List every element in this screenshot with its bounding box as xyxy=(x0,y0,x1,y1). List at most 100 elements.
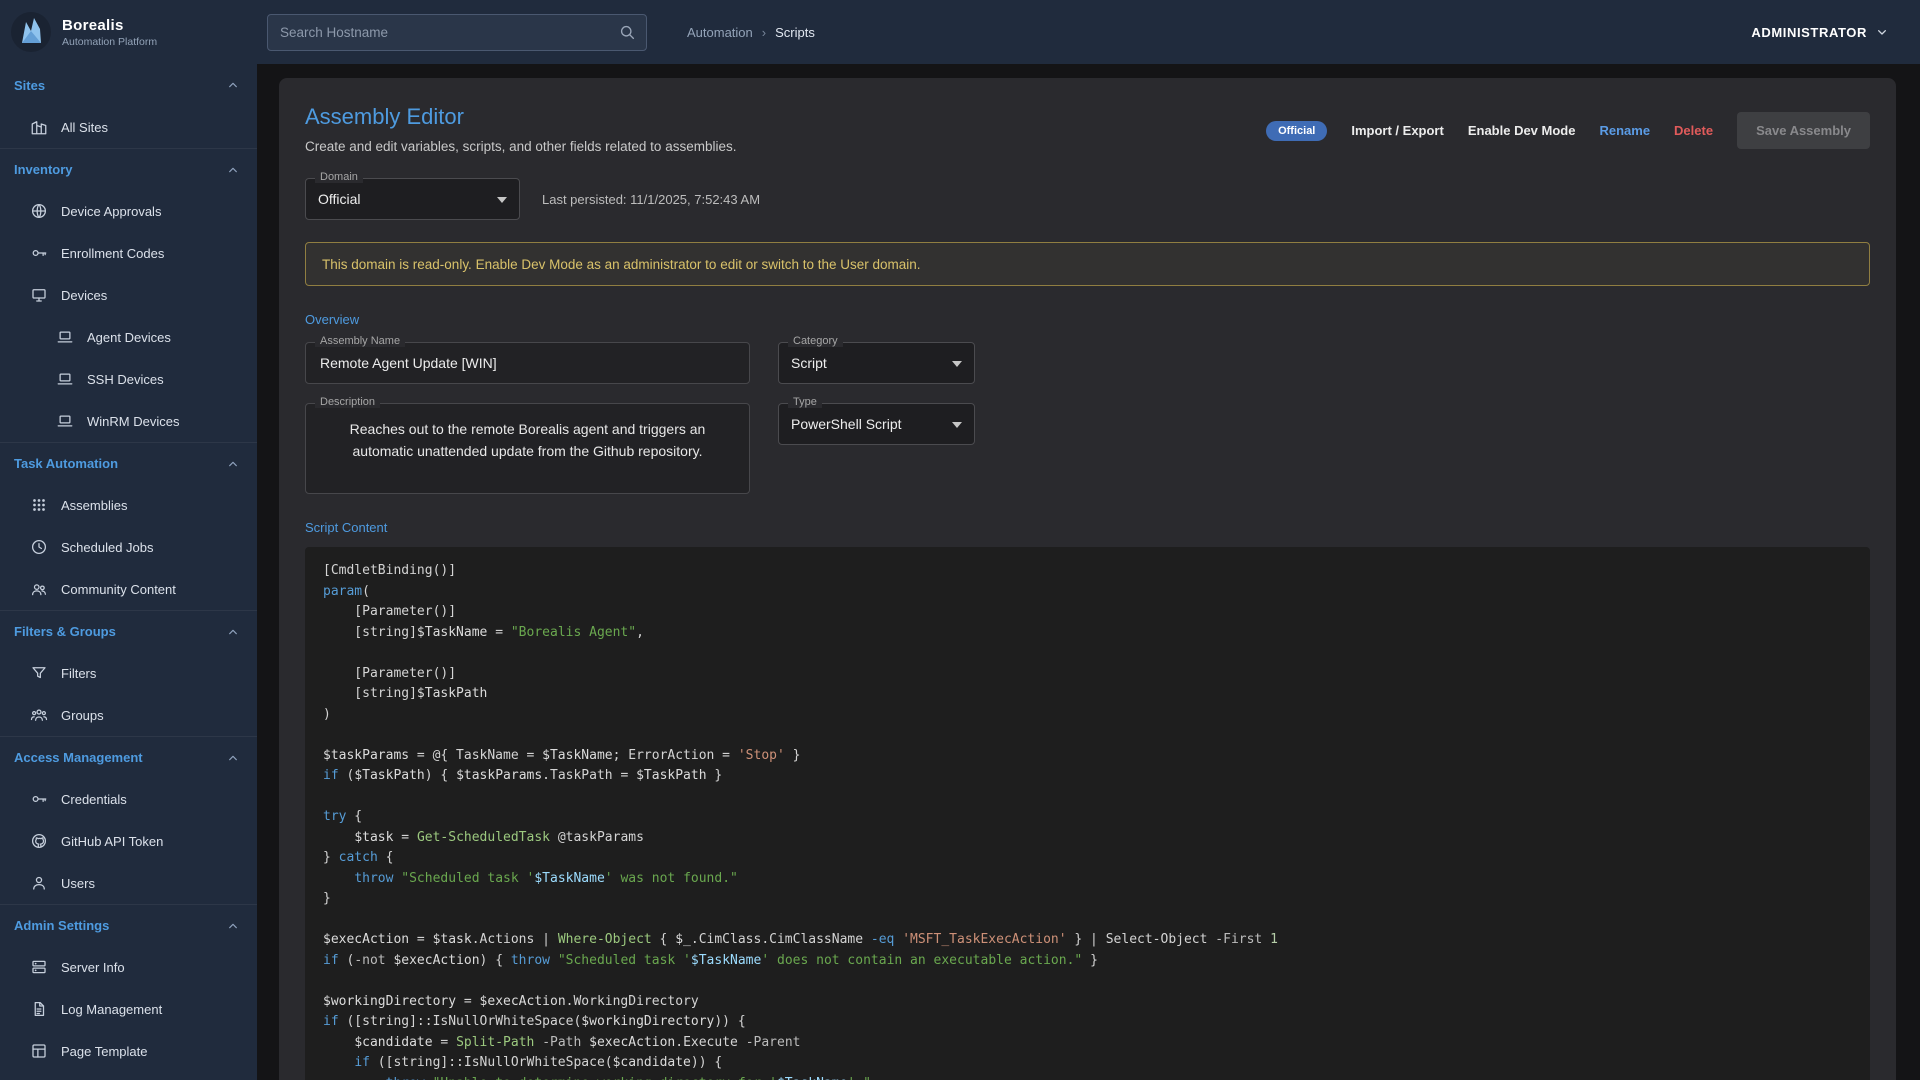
readonly-warning-banner: This domain is read-only. Enable Dev Mod… xyxy=(305,242,1870,286)
sidebar-item-groups[interactable]: Groups xyxy=(0,694,257,736)
breadcrumb-separator: › xyxy=(762,25,766,40)
domain-select[interactable]: Domain Official xyxy=(305,178,520,220)
chevron-down-icon xyxy=(952,422,962,433)
category-select-label: Category xyxy=(788,335,843,347)
sidebar-item-scheduled-jobs[interactable]: Scheduled Jobs xyxy=(0,526,257,568)
template-icon xyxy=(30,1042,48,1060)
sidebar-item-label: Enrollment Codes xyxy=(61,246,164,261)
code-line: [string]$TaskPath xyxy=(323,684,1852,705)
sidebar-item-assemblies[interactable]: Assemblies xyxy=(0,484,257,526)
assembly-name-input[interactable] xyxy=(318,354,737,372)
laptop-icon xyxy=(56,412,74,430)
sidebar-item-github-api-token[interactable]: GitHub API Token xyxy=(0,820,257,862)
borealis-logo-icon xyxy=(10,11,52,53)
sidebar-section-sites[interactable]: Sites xyxy=(0,64,257,106)
sidebar-item-credentials[interactable]: Credentials xyxy=(0,778,257,820)
type-select[interactable]: Type PowerShell Script xyxy=(778,403,975,445)
rename-button[interactable]: Rename xyxy=(1599,123,1650,138)
sidebar-item-label: Device Approvals xyxy=(61,204,161,219)
chevron-up-icon xyxy=(225,162,241,178)
sidebar-section-label: Filters & Groups xyxy=(14,624,116,639)
script-editor[interactable]: [CmdletBinding()]param( [Parameter()] [s… xyxy=(305,547,1870,1080)
people-icon xyxy=(30,580,48,598)
sidebar-section-inventory[interactable]: Inventory xyxy=(0,148,257,190)
import-export-button[interactable]: Import / Export xyxy=(1351,123,1443,138)
sidebar-item-page-template[interactable]: Page Template xyxy=(0,1030,257,1072)
sidebar-section-task-automation[interactable]: Task Automation xyxy=(0,442,257,484)
sidebar-item-label: Server Info xyxy=(61,960,125,975)
sidebar-item-label: Page Template xyxy=(61,1044,148,1059)
github-icon xyxy=(30,832,48,850)
editor-actions: Official Import / Export Enable Dev Mode… xyxy=(1266,112,1870,149)
sidebar-item-ssh-devices[interactable]: SSH Devices xyxy=(0,358,257,400)
sidebar-item-users[interactable]: Users xyxy=(0,862,257,904)
chevron-up-icon xyxy=(225,456,241,472)
sidebar-item-community-content[interactable]: Community Content xyxy=(0,568,257,610)
sidebar-item-device-approvals[interactable]: Device Approvals xyxy=(0,190,257,232)
assembly-editor-panel: Assembly Editor Create and edit variable… xyxy=(279,78,1896,1080)
sidebar-item-label: SSH Devices xyxy=(87,372,164,387)
sidebar-section-filters-groups[interactable]: Filters & Groups xyxy=(0,610,257,652)
enable-dev-mode-button[interactable]: Enable Dev Mode xyxy=(1468,123,1576,138)
sidebar-item-log-management[interactable]: Log Management xyxy=(0,988,257,1030)
sidebar-item-all-sites[interactable]: All Sites xyxy=(0,106,257,148)
code-line: $task = Get-ScheduledTask @taskParams xyxy=(323,828,1852,849)
breadcrumb-item-automation[interactable]: Automation xyxy=(687,25,753,40)
code-line: [Parameter()] xyxy=(323,602,1852,623)
code-line xyxy=(323,910,1852,931)
overview-label: Overview xyxy=(305,312,1870,327)
code-line: [string]$TaskName = "Borealis Agent", xyxy=(323,623,1852,644)
sidebar-item-label: WinRM Devices xyxy=(87,414,179,429)
search-input[interactable] xyxy=(268,25,618,40)
topbar: Borealis Automation Platform Automation ›… xyxy=(0,0,1920,64)
globe-icon xyxy=(30,202,48,220)
sidebar-item-label: GitHub API Token xyxy=(61,834,163,849)
delete-button[interactable]: Delete xyxy=(1674,123,1713,138)
code-line: if (-not $execAction) { throw "Scheduled… xyxy=(323,951,1852,972)
code-line: ) xyxy=(323,705,1852,726)
sidebar-item-winrm-devices[interactable]: WinRM Devices xyxy=(0,400,257,442)
hostname-searchbox[interactable] xyxy=(267,14,647,51)
code-line: } xyxy=(323,889,1852,910)
sidebar: Sites All Sites Inventory Device Approvals E… xyxy=(0,64,257,1080)
category-select[interactable]: Category Script xyxy=(778,342,975,384)
code-line: throw "Scheduled task '$TaskName' was no… xyxy=(323,869,1852,890)
code-line: $workingDirectory = $execAction.WorkingD… xyxy=(323,992,1852,1013)
readonly-warning-text: This domain is read-only. Enable Dev Mod… xyxy=(322,257,921,272)
assembly-name-field[interactable]: Assembly Name xyxy=(305,342,750,384)
sidebar-item-enrollment-codes[interactable]: Enrollment Codes xyxy=(0,232,257,274)
chevron-up-icon xyxy=(225,750,241,766)
page-title: Assembly Editor xyxy=(305,104,736,130)
code-line: $candidate = Split-Path -Path $execActio… xyxy=(323,1033,1852,1054)
script-content-label: Script Content xyxy=(305,520,1870,535)
sidebar-section-access-management[interactable]: Access Management xyxy=(0,736,257,778)
code-line: $taskParams = @{ TaskName = $TaskName; E… xyxy=(323,746,1852,767)
code-line: [Parameter()] xyxy=(323,664,1852,685)
code-line: if ([string]::IsNullOrWhiteSpace($candid… xyxy=(323,1053,1852,1074)
sidebar-item-label: Agent Devices xyxy=(87,330,171,345)
sidebar-item-label: Devices xyxy=(61,288,107,303)
sidebar-item-agent-devices[interactable]: Agent Devices xyxy=(0,316,257,358)
type-select-label: Type xyxy=(788,396,822,408)
sidebar-section-label: Inventory xyxy=(14,162,73,177)
description-field[interactable]: Description Reaches out to the remote Bo… xyxy=(305,403,750,494)
sidebar-item-label: Users xyxy=(61,876,95,891)
brand-name: Borealis xyxy=(62,17,157,34)
type-select-value: PowerShell Script xyxy=(791,416,952,432)
sidebar-section-label: Sites xyxy=(14,78,45,93)
code-line: } catch { xyxy=(323,848,1852,869)
sidebar-item-label: All Sites xyxy=(61,120,108,135)
brand[interactable]: Borealis Automation Platform xyxy=(0,11,257,53)
sidebar-item-label: Scheduled Jobs xyxy=(61,540,154,555)
user-menu[interactable]: ADMINISTRATOR xyxy=(1751,24,1890,40)
sidebar-section-admin-settings[interactable]: Admin Settings xyxy=(0,904,257,946)
building-icon xyxy=(30,118,48,136)
sidebar-item-filters[interactable]: Filters xyxy=(0,652,257,694)
code-line: param( xyxy=(323,582,1852,603)
chevron-up-icon xyxy=(225,77,241,93)
sidebar-item-label: Community Content xyxy=(61,582,176,597)
sidebar-item-server-info[interactable]: Server Info xyxy=(0,946,257,988)
sidebar-item-devices[interactable]: Devices xyxy=(0,274,257,316)
category-select-value: Script xyxy=(791,355,952,371)
key-icon xyxy=(30,244,48,262)
